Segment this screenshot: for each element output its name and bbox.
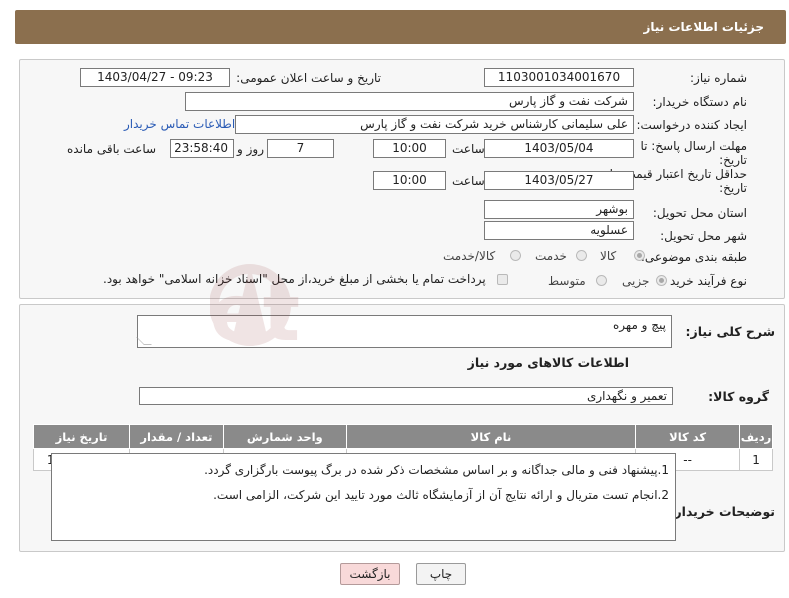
buyer-notes-field: 1.پیشنهاد فنی و مالی جداگانه و بر اساس م…	[51, 453, 676, 541]
resize-handle-icon	[136, 337, 152, 345]
province-field: بوشهر	[484, 200, 634, 219]
need-number-label: شماره نیاز:	[690, 71, 747, 85]
description-text: پیچ و مهره	[613, 318, 666, 332]
print-button[interactable]: چاپ	[416, 563, 466, 585]
days-label: روز و	[237, 142, 264, 156]
category-radio-goods-service[interactable]	[510, 250, 521, 261]
deadline-time-field: 10:00	[373, 139, 446, 158]
price-validity-label-date: تاریخ:	[719, 181, 747, 195]
goods-info-title: اطلاعات کالاهای مورد نیاز	[467, 355, 629, 370]
col-header-name: نام کالا	[345, 424, 637, 449]
buyer-note-line: 2.انجام تست متریال و ارائه نتایج آن از آ…	[213, 488, 669, 502]
process-radio-medium[interactable]	[596, 275, 607, 286]
goods-group-field: تعمیر و نگهداری	[139, 387, 673, 405]
buyer-org-label: نام دستگاه خریدار:	[652, 95, 748, 109]
treasury-payment-checkbox[interactable]	[497, 274, 508, 285]
buyer-org-field: شرکت نفت و گاز پارس	[185, 92, 634, 111]
city-label: شهر محل تحویل:	[660, 229, 747, 243]
announce-datetime-label: تاریخ و ساعت اعلان عمومی:	[236, 71, 381, 85]
deadline-label: مهلت ارسال پاسخ: تا	[640, 139, 747, 153]
col-header-quantity: تعداد / مقدار	[128, 424, 224, 449]
page-title: جزئیات اطلاعات نیاز	[643, 20, 764, 34]
category-option-goods-service: کالا/خدمت	[443, 249, 496, 263]
requester-field: علی سلیمانی کارشناس خرید شرکت نفت و گاز …	[235, 115, 634, 134]
process-option-medium: متوسط	[548, 274, 586, 288]
deadline-label-date: تاریخ:	[719, 153, 747, 167]
col-header-unit: واحد شمارش	[222, 424, 347, 449]
category-option-goods: کالا	[600, 249, 617, 263]
table-header-row: ردیف کد کالا نام کالا واحد شمارش تعداد /…	[33, 424, 773, 449]
buyer-notes-label: توضیحات خریدار:	[669, 504, 775, 519]
city-field: عسلویه	[484, 221, 634, 240]
category-label: طبقه بندی موضوعی:	[640, 250, 747, 264]
requester-label: ایجاد کننده درخواست:	[636, 118, 747, 132]
col-header-code: کد کالا	[635, 424, 741, 449]
need-number-field: 1103001034001670	[484, 68, 634, 87]
category-option-service: خدمت	[535, 249, 567, 263]
description-field: پیچ و مهره	[136, 315, 672, 348]
page-header: جزئیات اطلاعات نیاز	[15, 10, 786, 44]
price-validity-date-field: 1403/05/27	[484, 171, 634, 190]
col-header-need-date: تاریخ نیاز	[33, 424, 130, 449]
col-header-row-number: ردیف	[739, 424, 773, 449]
days-remaining-field: 7	[267, 139, 334, 158]
process-option-minor: جزیی	[622, 274, 650, 288]
category-radio-goods[interactable]	[634, 250, 645, 261]
remaining-time-field: 23:58:40	[170, 139, 234, 158]
category-radio-service[interactable]	[576, 250, 587, 261]
price-validity-time-label: ساعت	[452, 174, 485, 188]
treasury-payment-note: پرداخت تمام یا بخشی از مبلغ خرید،از محل …	[103, 272, 486, 286]
process-radio-minor[interactable]	[656, 275, 667, 286]
back-button[interactable]: بازگشت	[340, 563, 400, 585]
remaining-time-label: ساعت باقی مانده	[67, 142, 157, 156]
goods-group-label: گروه کالا:	[708, 389, 769, 404]
announce-datetime-field: 1403/04/27 - 09:23	[80, 68, 230, 87]
description-label: شرح کلی نیاز:	[685, 324, 775, 339]
deadline-date-field: 1403/05/04	[484, 139, 634, 158]
process-type-label: نوع فرآیند خرید :	[662, 274, 747, 288]
price-validity-time-field: 10:00	[373, 171, 446, 190]
province-label: استان محل تحویل:	[652, 206, 747, 220]
buyer-contact-link[interactable]: اطلاعات تماس خریدار	[124, 117, 235, 131]
cell-row-number: 1	[739, 448, 773, 471]
buyer-note-line: 1.پیشنهاد فنی و مالی جداگانه و بر اساس م…	[204, 463, 669, 477]
deadline-time-label: ساعت	[452, 142, 485, 156]
